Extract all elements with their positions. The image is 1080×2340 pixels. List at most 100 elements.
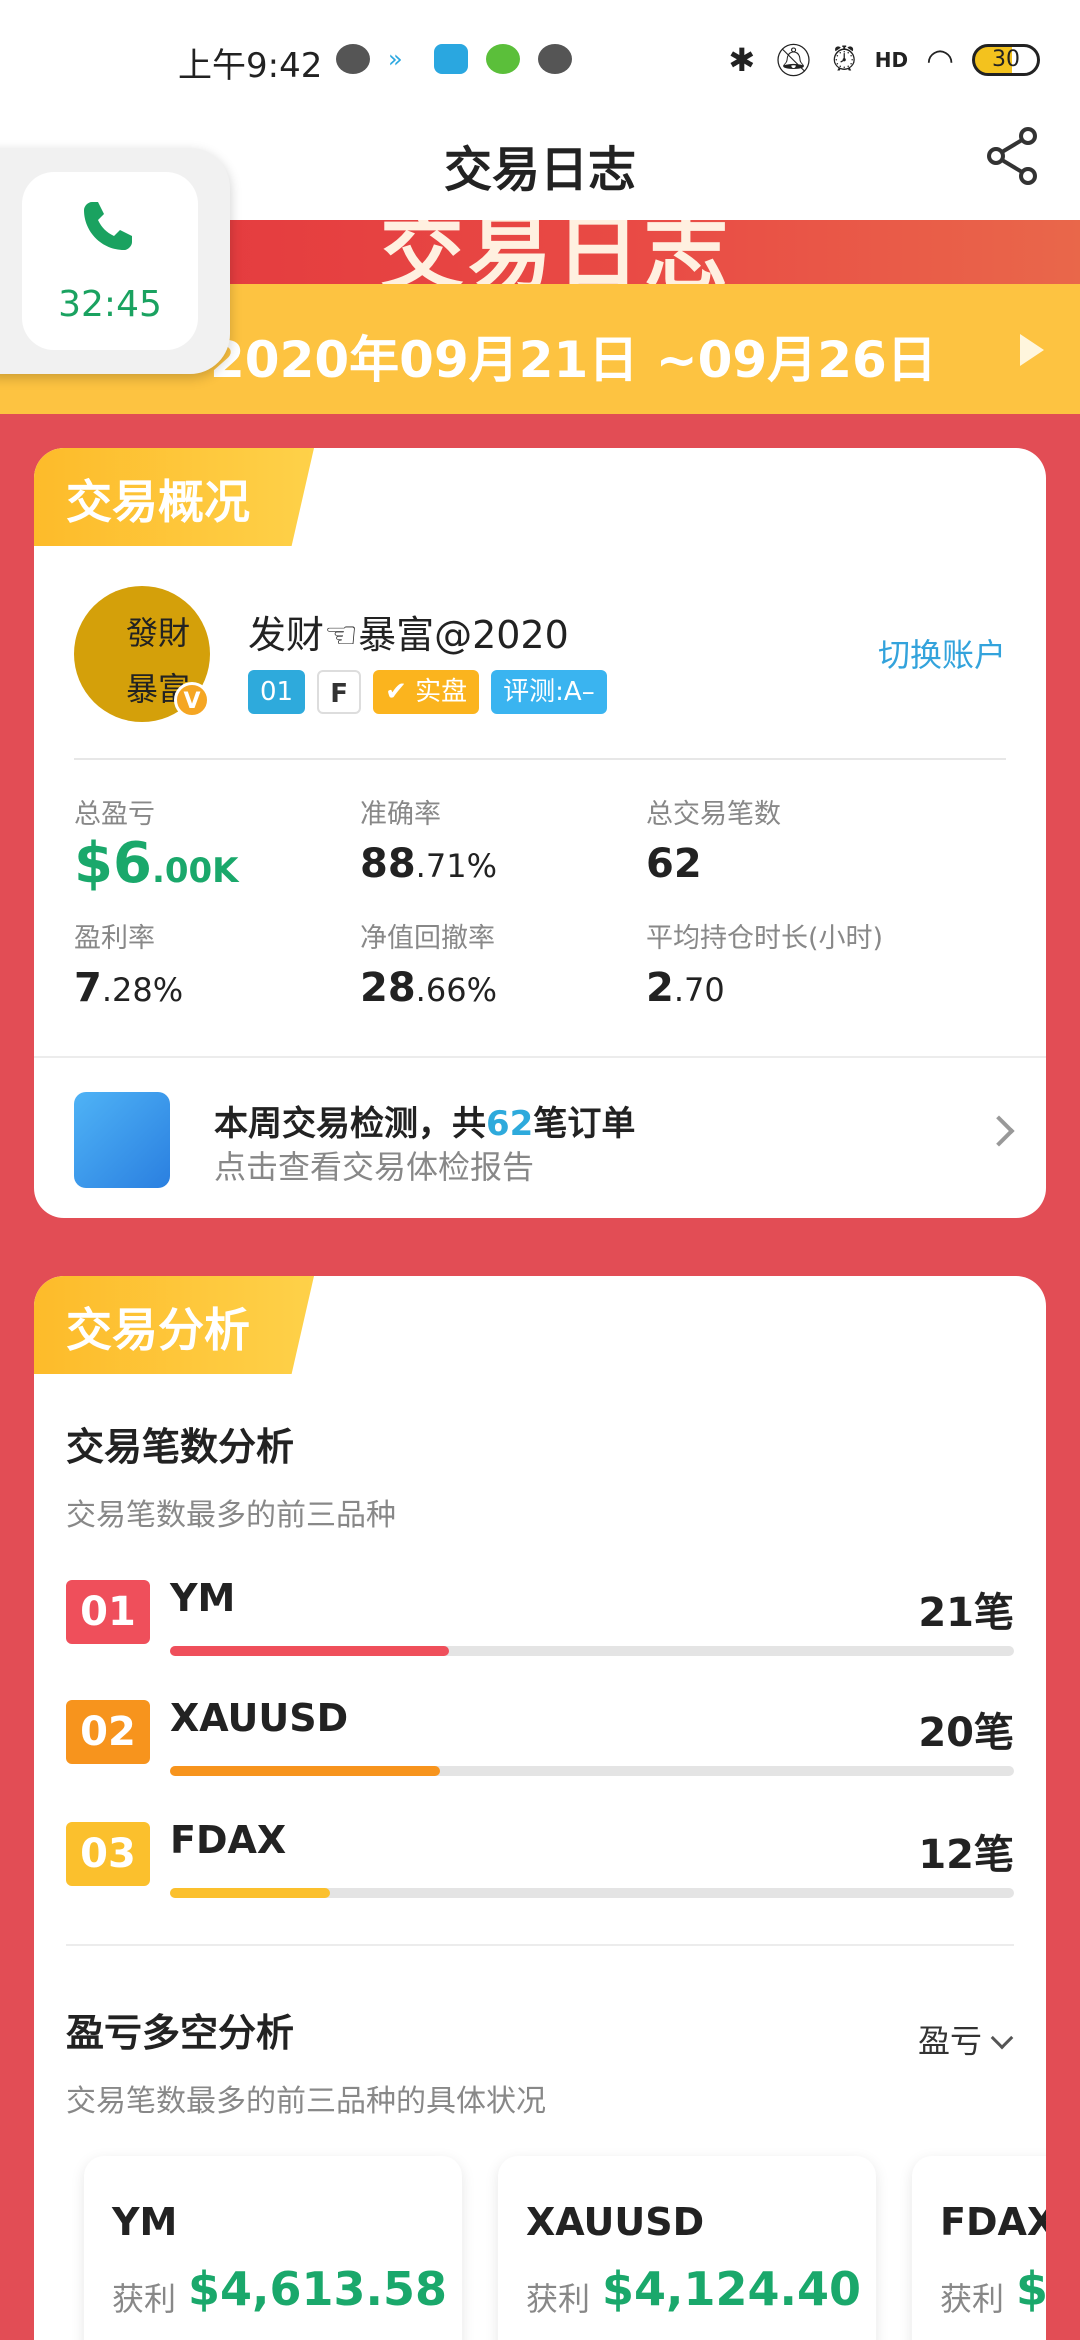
rank-row[interactable]: 02 XAUUSD 20笔 [66,1696,1014,1776]
status-time: 上午9:42 [178,46,323,86]
pl-dropdown[interactable]: 盈亏 [917,2016,1014,2062]
system-icons: ✱ 🔕︎ ⏰︎ HD ◠ 30 [728,40,1040,79]
rank-row[interactable]: 01 YM 21笔 [66,1576,1014,1656]
signal-icon: HD [874,47,909,72]
pl-label: 获利 [526,2280,591,2318]
stat-profit-rate: 盈利率 7.28% [74,916,183,1011]
divider [66,1944,1014,1946]
share-icon[interactable] [984,126,1040,186]
pl-label: 获利 [112,2280,177,2318]
pl-symbol: XAUUSD [526,2200,705,2244]
stat-drawdown: 净值回撤率 28.66% [360,916,497,1011]
rank-progress-fill [170,1766,441,1776]
call-widget-inner[interactable]: 32:45 [22,172,198,350]
overview-tab: 交易概况 [34,448,314,546]
status-bar: 上午9:42 » ✱ 🔕︎ ⏰︎ HD ◠ 30 [0,0,1080,120]
check-subtitle: 点击查看交易体检报告 [214,1148,535,1186]
play-icon[interactable] [1020,334,1044,366]
stat-value: $6.00K [74,831,239,896]
wifi-icon: ◠ [926,40,954,79]
pl-card[interactable]: XAUUSD 获利 $4,124.40 [498,2156,876,2340]
verified-badge-icon: V [174,682,210,718]
rank-badge: 01 [66,1580,150,1644]
wechat-green-icon [486,44,520,74]
rank-count: 20笔 [918,1710,1014,1756]
stat-label: 准确率 [360,799,441,830]
stat-accuracy: 准确率 88.71% [360,792,497,887]
mute-icon: 🔕︎ [773,40,814,79]
rank-count: 12笔 [918,1832,1014,1878]
pl-dropdown-label: 盈亏 [917,2022,982,2060]
rank-symbol: XAUUSD [170,1696,349,1740]
analysis-card: 交易分析 交易笔数分析 交易笔数最多的前三品种 01 YM 21笔 02 XAU… [34,1276,1046,2340]
broker-logo-icon: F [317,670,362,714]
phone-icon [84,202,132,250]
eval-tag: 评测:A– [491,670,607,714]
rank-symbol: FDAX [170,1818,287,1862]
chevron-down-icon [990,2026,1014,2050]
battery-icon: 30 [972,43,1040,76]
stat-total-pnl: 总盈亏 $6.00K [74,792,239,896]
level-tag: 01 [248,670,306,714]
real-account-tag: ✔ 实盘 [373,670,480,714]
call-duration: 32:45 [58,284,162,325]
stat-value: 2.70 [646,965,725,1011]
switch-account-link[interactable]: 切换账户 [878,630,1006,676]
stat-label: 净值回撤率 [360,923,495,954]
overview-card: 交易概况 發財 暴富 V 发财☜暴富@2020 切换账户 01 F ✔ 实盘 评… [34,448,1046,1218]
doctor-icon [74,1092,170,1188]
rank-row[interactable]: 03 FDAX 12笔 [66,1818,1014,1898]
rank-progress-track [170,1888,1014,1898]
pl-card[interactable]: YM 获利 $4,613.58 [84,2156,462,2340]
stat-label: 平均持仓时长(小时) [646,923,884,954]
pl-label: 获利 [940,2280,1005,2318]
wechat-icon-2 [538,44,572,74]
rank-symbol: YM [170,1576,236,1620]
stat-label: 总交易笔数 [646,799,781,830]
trade-count-subtitle: 交易笔数最多的前三品种 [66,1498,396,1533]
pl-analysis-subtitle: 交易笔数最多的前三品种的具体状况 [66,2084,546,2119]
rank-count: 21笔 [918,1590,1014,1636]
rank-badge: 02 [66,1700,150,1764]
check-title: 本周交易检测，共62笔订单 [214,1104,636,1144]
pl-symbol: YM [112,2200,178,2244]
overview-tab-label: 交易概况 [66,475,250,529]
avatar-text-1: 發財 [126,614,191,652]
wechat-icon [336,44,370,74]
stat-total-trades: 总交易笔数 62 [646,792,781,887]
pl-value: $ [1016,2262,1046,2316]
divider [74,758,1006,760]
account-tags: 01 F ✔ 实盘 评测:A– [248,670,607,714]
call-floating-widget[interactable]: 32:45 [0,148,230,374]
pl-analysis-title: 盈亏多空分析 [66,2011,295,2055]
stat-value: 62 [646,841,702,887]
bluetooth-icon: ✱ [728,40,756,79]
pl-symbol: FDAX [940,2200,1046,2244]
stat-label: 盈利率 [74,923,155,954]
rank-badge: 03 [66,1822,150,1886]
analysis-tab-label: 交易分析 [66,1303,250,1357]
stat-value: 28.66% [360,965,497,1011]
stat-value: 88.71% [360,841,497,887]
pl-value: $4,124.40 [602,2262,861,2316]
rank-progress-fill [170,1888,331,1898]
date-range: 2020年09月21日 ~09月26日 [210,331,937,389]
real-tag-label: 实盘 [415,677,468,707]
rank-progress-track [170,1766,1014,1776]
rank-progress-track [170,1646,1014,1656]
stat-value: 7.28% [74,965,184,1011]
notification-icons: » [336,44,572,74]
rank-progress-fill [170,1646,449,1656]
analysis-tab: 交易分析 [34,1276,314,1374]
stat-label: 总盈亏 [74,799,155,830]
alarm-icon: ⏰︎ [831,40,857,78]
pl-card[interactable]: FDAX 获利 $ [912,2156,1046,2340]
trade-count-title: 交易笔数分析 [66,1425,295,1469]
divider [34,1056,1046,1058]
chevron-right-icon[interactable] [983,1115,1015,1147]
stat-avg-hold: 平均持仓时长(小时) 2.70 [646,916,883,1011]
username: 发财☜暴富@2020 [248,613,569,657]
pl-value: $4,613.58 [188,2262,447,2316]
banner-art-title: 交易日志 [380,220,733,284]
forward-arrows-icon: » [388,45,403,73]
